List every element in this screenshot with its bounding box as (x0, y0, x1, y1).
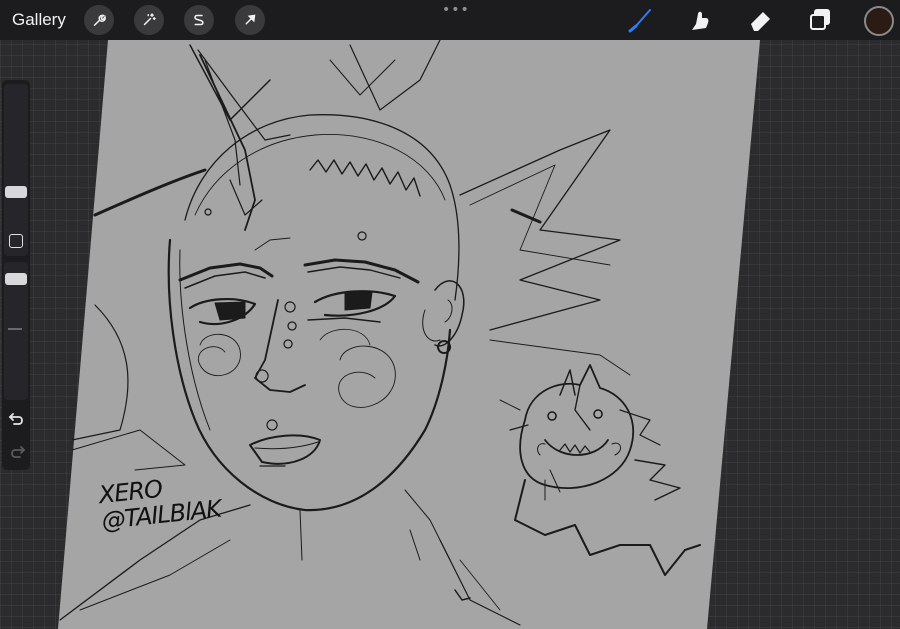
brush-icon[interactable] (626, 6, 654, 34)
magic-wand-icon (143, 13, 156, 26)
left-sidebar (2, 80, 30, 470)
adjustments-button[interactable] (134, 5, 164, 35)
selection-s-icon (194, 14, 204, 26)
gallery-button[interactable]: Gallery (12, 10, 66, 30)
smudge-finger-icon[interactable] (686, 6, 714, 34)
top-toolbar: Gallery ••• (0, 0, 900, 40)
selection-button[interactable] (184, 5, 214, 35)
brush-size-slider[interactable] (4, 84, 28, 256)
current-color-swatch[interactable] (864, 6, 894, 36)
canvas-paper (58, 40, 760, 629)
more-options-button[interactable]: ••• (442, 2, 470, 18)
brush-opacity-thumb[interactable] (5, 273, 27, 285)
actions-button[interactable] (84, 5, 114, 35)
transform-button[interactable] (235, 5, 265, 35)
wrench-icon (93, 14, 106, 26)
layers-icon[interactable] (806, 6, 834, 34)
undo-icon[interactable] (7, 410, 27, 428)
redo-icon[interactable] (7, 443, 27, 461)
arrow-cursor-icon (245, 14, 256, 25)
artist-signature: XERO @TAILBlAK (98, 470, 223, 535)
slider-divider (8, 328, 22, 330)
drawing-canvas[interactable] (0, 0, 900, 629)
brush-size-thumb[interactable] (5, 186, 27, 198)
modify-button[interactable] (9, 234, 23, 248)
eraser-icon[interactable] (746, 6, 774, 34)
